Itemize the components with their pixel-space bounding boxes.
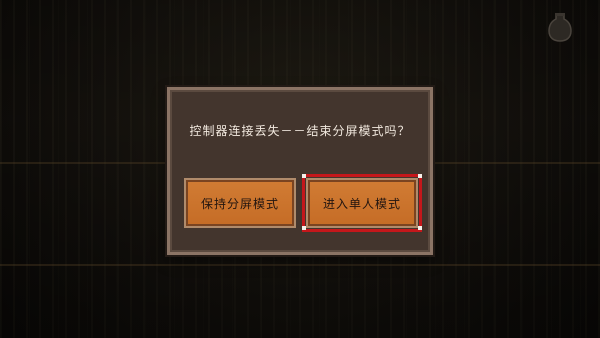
single-player-button[interactable]: 进入单人模式	[302, 174, 422, 232]
focus-corner-top-left	[302, 174, 306, 178]
focus-corner-top-right	[418, 174, 422, 178]
focus-corner-bottom-left	[302, 226, 306, 230]
confirm-dialog: 控制器连接丢失－－结束分屏模式吗？ 保持分屏模式 进入单人模式	[167, 87, 433, 255]
dialog-message: 控制器连接丢失－－结束分屏模式吗？	[189, 124, 411, 138]
ground-line-lower	[0, 264, 600, 266]
vessel-icon	[548, 13, 572, 42]
focus-corner-bottom-right	[418, 226, 422, 230]
keep-split-screen-button[interactable]: 保持分屏模式	[184, 178, 296, 228]
